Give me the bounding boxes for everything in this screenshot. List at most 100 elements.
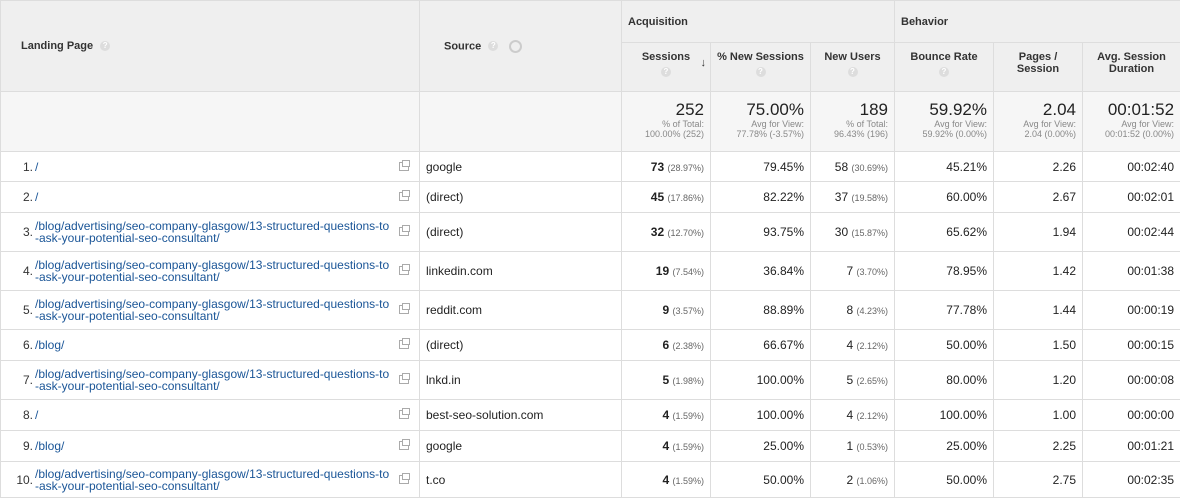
bounce-rate-label: Bounce Rate [910,51,977,63]
open-external-icon[interactable] [399,340,409,349]
new-users-cell: 30 (15.87%) [811,213,895,252]
sessions-cell: 45 (17.86%) [622,182,711,213]
source-cell: (direct) [420,213,622,252]
bounce-rate-column-header[interactable]: Bounce Rate ? [895,43,994,92]
open-external-icon[interactable] [399,227,409,236]
new-users-column-header[interactable]: New Users ? [811,43,895,92]
source-column-header[interactable]: Source ? [420,1,622,92]
landing-page-link[interactable]: /blog/advertising/seo-company-glasgow/13… [35,259,391,283]
totals-new-users-sub1: % of Total: [811,119,888,129]
totals-new-users: 189 % of Total: 96.43% (196) [811,92,895,152]
landing-page-link[interactable]: / [35,161,391,173]
open-external-icon[interactable] [399,441,409,450]
new-users-cell: 1 (0.53%) [811,431,895,462]
landing-page-column-header[interactable]: Landing Page ? [1,1,420,92]
landing-page-link[interactable]: / [35,409,391,421]
pages-per-session-column-header[interactable]: Pages /Session [994,43,1083,92]
behavior-group-header: Behavior [895,1,1180,43]
pages-per-session-cell: 2.25 [994,431,1083,462]
pages-per-session-cell: 1.20 [994,361,1083,400]
table-row: 7./blog/advertising/seo-company-glasgow/… [1,361,1180,400]
sessions-cell: 4 (1.59%) [622,400,711,431]
avg-session-duration-column-header[interactable]: Avg. SessionDuration [1083,43,1180,92]
open-external-icon[interactable] [399,375,409,384]
sessions-percent: (12.70%) [667,228,704,238]
sessions-value: 9 [662,303,669,317]
table-row: 4./blog/advertising/seo-company-glasgow/… [1,252,1180,291]
pct-new-sessions-cell: 79.45% [711,152,811,182]
totals-pages-sub2: 2.04 (0.00%) [994,129,1076,139]
sessions-cell: 6 (2.38%) [622,330,711,361]
new-users-percent: (15.87%) [851,228,888,238]
bounce-rate-cell: 80.00% [895,361,994,400]
landing-page-link[interactable]: /blog/advertising/seo-company-glasgow/13… [35,368,391,392]
help-icon[interactable]: ? [756,67,766,77]
new-users-value: 2 [846,473,853,487]
totals-pages-value: 2.04 [994,92,1076,119]
landing-page-link[interactable]: /blog/ [35,339,391,351]
totals-bounce-sub1: Avg for View: [895,119,987,129]
help-icon[interactable]: ? [100,41,110,51]
source-cell: (direct) [420,330,622,361]
landing-page-link[interactable]: / [35,191,391,203]
avg-session-duration-cell: 00:01:21 [1083,431,1180,462]
new-users-percent: (4.23%) [856,306,888,316]
pages-per-session-cell: 1.42 [994,252,1083,291]
table-row: 5./blog/advertising/seo-company-glasgow/… [1,291,1180,330]
sort-descending-icon[interactable]: ↓ [701,57,707,69]
landing-page-cell: 4./blog/advertising/seo-company-glasgow/… [1,252,420,291]
avg-session-duration-cell: 00:00:00 [1083,400,1180,431]
landing-page-cell: 6./blog/ [1,330,420,361]
row-index: 1. [11,160,33,174]
totals-source-cell [420,92,622,152]
help-icon[interactable]: ? [939,67,949,77]
avg-session-duration-label-line2: Duration [1109,63,1154,75]
source-cell: (direct) [420,182,622,213]
remove-dimension-icon[interactable] [509,40,522,53]
help-icon[interactable]: ? [848,67,858,77]
bounce-rate-cell: 50.00% [895,462,994,498]
source-cell: linkedin.com [420,252,622,291]
open-external-icon[interactable] [399,162,409,171]
sessions-cell: 4 (1.59%) [622,462,711,498]
open-external-icon[interactable] [399,475,409,484]
new-users-cell: 4 (2.12%) [811,400,895,431]
sessions-percent: (1.98%) [672,376,704,386]
open-external-icon[interactable] [399,266,409,275]
totals-duration-sub2: 00:01:52 (0.00%) [1083,129,1174,139]
totals-pct-new-sub2: 77.78% (-3.57%) [711,129,804,139]
landing-page-link[interactable]: /blog/ [35,440,391,452]
sessions-percent: (2.38%) [672,341,704,351]
open-external-icon[interactable] [399,410,409,419]
sessions-percent: (7.54%) [672,267,704,277]
totals-bounce-value: 59.92% [895,92,987,119]
table-row: 6./blog/(direct)6 (2.38%)66.67%4 (2.12%)… [1,330,1180,361]
pages-per-session-label: Pages /Session [1017,51,1059,75]
sessions-value: 4 [662,439,669,453]
row-index: 4. [11,264,33,278]
help-icon[interactable]: ? [661,67,671,77]
landing-page-link[interactable]: /blog/advertising/seo-company-glasgow/13… [35,468,391,492]
open-external-icon[interactable] [399,305,409,314]
landing-page-link[interactable]: /blog/advertising/seo-company-glasgow/13… [35,220,391,244]
help-icon[interactable]: ? [488,41,498,51]
new-users-value: 8 [846,303,853,317]
totals-bounce-sub2: 59.92% (0.00%) [895,129,987,139]
row-index: 3. [11,225,33,239]
avg-session-duration-cell: 00:02:35 [1083,462,1180,498]
pct-new-sessions-column-header[interactable]: % New Sessions ? [711,43,811,92]
sessions-value: 19 [656,264,669,278]
bounce-rate-cell: 100.00% [895,400,994,431]
sessions-column-header[interactable]: Sessions ↓ ? [622,43,711,92]
new-users-cell: 7 (3.70%) [811,252,895,291]
open-external-icon[interactable] [399,192,409,201]
avg-session-duration-cell: 00:02:44 [1083,213,1180,252]
new-users-value: 4 [846,408,853,422]
new-users-value: 30 [835,225,848,239]
landing-page-link[interactable]: /blog/advertising/seo-company-glasgow/13… [35,298,391,322]
sessions-value: 6 [662,338,669,352]
table-row: 8./best-seo-solution.com4 (1.59%)100.00%… [1,400,1180,431]
new-users-percent: (30.69%) [851,163,888,173]
table-row: 1./google73 (28.97%)79.45%58 (30.69%)45.… [1,152,1180,182]
sessions-cell: 4 (1.59%) [622,431,711,462]
